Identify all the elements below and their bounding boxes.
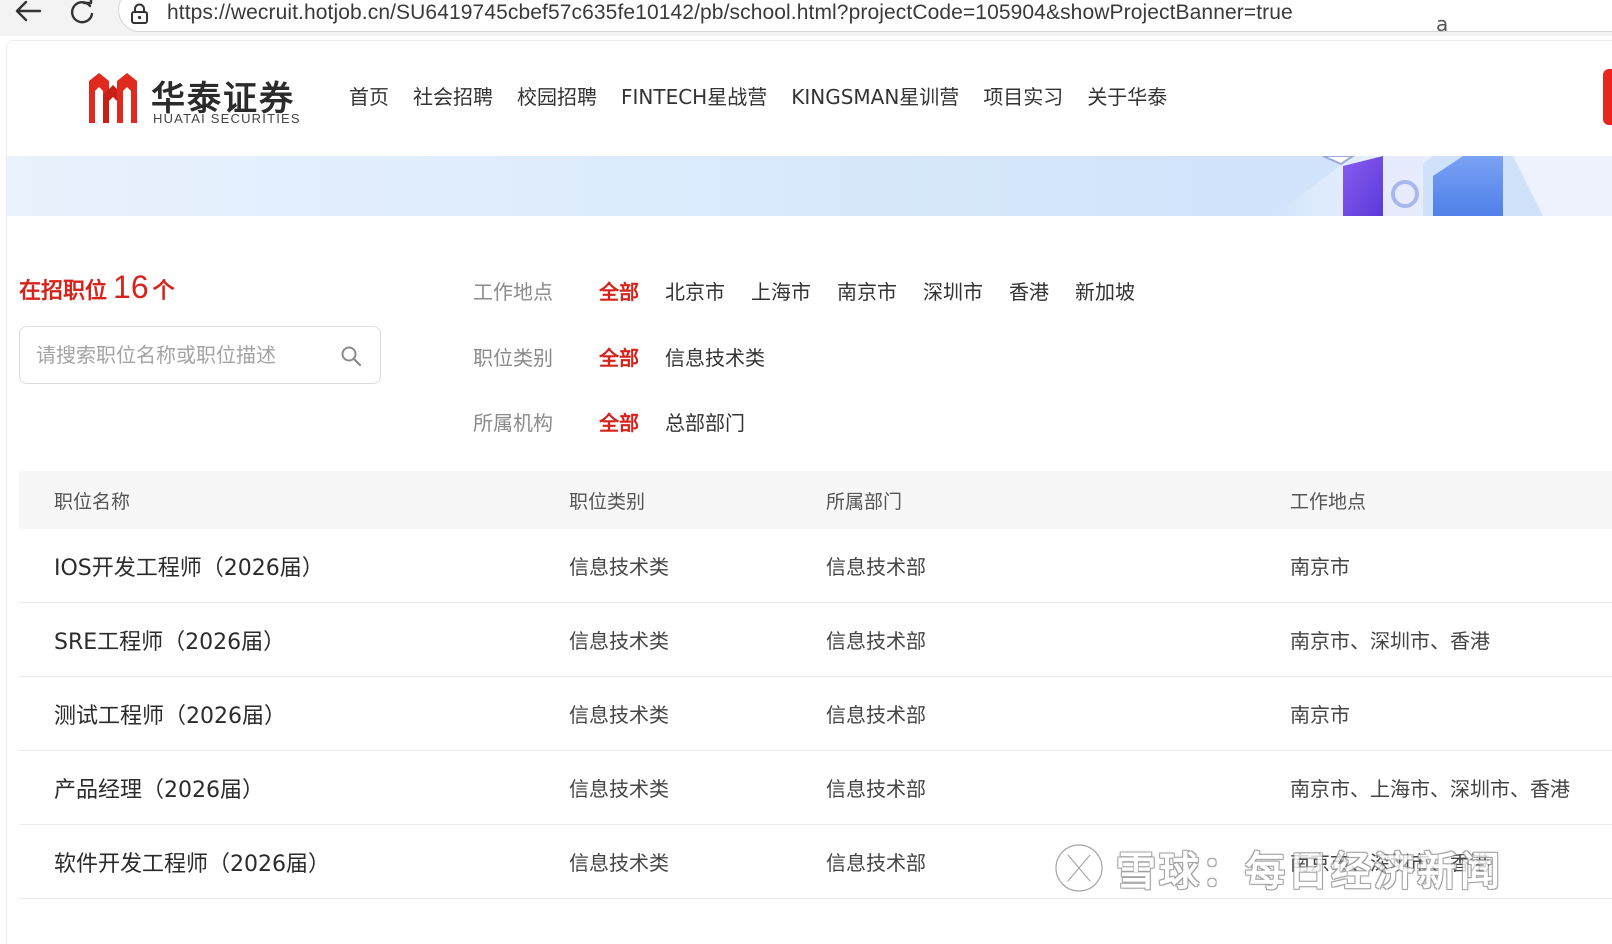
nav-internship[interactable]: 项目实习	[983, 81, 1063, 113]
table-row[interactable]: IOS开发工程师（2026届） 信息技术类 信息技术部 南京市	[19, 529, 1612, 603]
project-banner	[7, 156, 1612, 216]
job-title[interactable]: SRE工程师（2026届）	[54, 603, 285, 676]
filter-organization-headquarters[interactable]: 总部部门	[665, 407, 745, 436]
search-input[interactable]	[36, 337, 336, 373]
open-positions-number: 16	[113, 269, 149, 305]
job-title[interactable]: 产品经理（2026届）	[54, 751, 264, 824]
site-header: 华泰证券 HUATAI SECURITIES 首页 社会招聘 校园招聘 FINT…	[7, 41, 1612, 156]
job-category: 信息技术类	[569, 777, 669, 801]
filter-location-shanghai[interactable]: 上海市	[751, 276, 811, 305]
job-location: 南京市、上海市、深圳市、香港	[1290, 777, 1570, 801]
filter-category-label: 职位类别	[473, 345, 553, 370]
lock-icon[interactable]	[129, 3, 151, 25]
page: 华泰证券 HUATAI SECURITIES 首页 社会招聘 校园招聘 FINT…	[6, 40, 1612, 944]
filter-category: 职位类别 全部 信息技术类	[473, 339, 791, 373]
filter-location-beijing[interactable]: 北京市	[665, 276, 725, 305]
job-category: 信息技术类	[569, 703, 669, 727]
job-title[interactable]: 软件开发工程师（2026届）	[54, 825, 330, 898]
column-header-location: 工作地点	[1290, 490, 1367, 513]
nav-fintech-camp[interactable]: FINTECH星战营	[621, 81, 767, 113]
filter-organization: 所属机构 全部 总部部门	[473, 404, 771, 438]
open-positions-unit: 个	[152, 279, 175, 304]
header-action-button[interactable]	[1603, 69, 1612, 125]
filter-organization-label: 所属机构	[473, 410, 553, 435]
filter-location-all[interactable]: 全部	[599, 276, 639, 305]
job-department: 信息技术部	[826, 555, 926, 579]
job-category: 信息技术类	[569, 851, 669, 875]
banner-decoration	[1273, 156, 1612, 216]
filter-location-singapore[interactable]: 新加坡	[1075, 276, 1135, 305]
filter-organization-all[interactable]: 全部	[599, 407, 639, 436]
address-bar[interactable]: https://wecruit.hotjob.cn/SU6419745cbef5…	[118, 0, 1612, 32]
search-box	[19, 326, 381, 384]
toolbar-truncated-text: a	[1436, 12, 1449, 36]
huatai-logo-icon	[89, 73, 137, 123]
column-header-title: 职位名称	[54, 490, 131, 513]
watermark-text: 雪球：每日经济新闻	[1116, 849, 1503, 895]
huatai-logo[interactable]: 华泰证券 HUATAI SECURITIES	[89, 71, 301, 127]
nav-campus-recruitment[interactable]: 校园招聘	[517, 81, 597, 113]
filter-location-label: 工作地点	[473, 279, 553, 304]
jobs-table: 职位名称 职位类别 所属部门 工作地点 IOS开发工程师（2026届） 信息技术…	[19, 471, 1612, 899]
table-row[interactable]: SRE工程师（2026届） 信息技术类 信息技术部 南京市、深圳市、香港	[19, 603, 1612, 677]
search-icon[interactable]	[340, 345, 362, 367]
table-row[interactable]: 产品经理（2026届） 信息技术类 信息技术部 南京市、上海市、深圳市、香港	[19, 751, 1612, 825]
url-text[interactable]: https://wecruit.hotjob.cn/SU6419745cbef5…	[167, 1, 1293, 25]
nav-kingsman-camp[interactable]: KINGSMAN星训营	[791, 81, 959, 113]
filter-location: 工作地点 全部 北京市 上海市 南京市 深圳市 香港 新加坡	[473, 273, 1161, 307]
filter-category-all[interactable]: 全部	[599, 342, 639, 371]
job-department: 信息技术部	[826, 703, 926, 727]
table-row[interactable]: 测试工程师（2026届） 信息技术类 信息技术部 南京市	[19, 677, 1612, 751]
filter-location-shenzhen[interactable]: 深圳市	[923, 276, 983, 305]
job-location: 南京市	[1290, 703, 1350, 727]
job-category: 信息技术类	[569, 555, 669, 579]
back-arrow-icon[interactable]	[12, 0, 44, 28]
column-header-category: 职位类别	[569, 490, 646, 513]
logo-english-name: HUATAI SECURITIES	[153, 111, 301, 126]
open-positions-label: 在招职位	[19, 279, 108, 304]
job-department: 信息技术部	[826, 629, 926, 653]
job-category: 信息技术类	[569, 629, 669, 653]
job-department: 信息技术部	[826, 777, 926, 801]
open-positions-count: 在招职位 16 个	[19, 269, 175, 306]
nav-social-recruitment[interactable]: 社会招聘	[413, 81, 493, 113]
job-location: 南京市	[1290, 555, 1350, 579]
column-header-department: 所属部门	[826, 490, 903, 513]
nav-about[interactable]: 关于华泰	[1087, 81, 1167, 113]
xueqiu-logo-icon	[1053, 842, 1105, 894]
job-title[interactable]: IOS开发工程师（2026届）	[54, 529, 324, 602]
filter-location-nanjing[interactable]: 南京市	[837, 276, 897, 305]
browser-toolbar: https://wecruit.hotjob.cn/SU6419745cbef5…	[0, 0, 1612, 36]
filter-category-it[interactable]: 信息技术类	[665, 342, 765, 371]
filter-location-hongkong[interactable]: 香港	[1009, 276, 1049, 305]
main-nav: 首页 社会招聘 校园招聘 FINTECH星战营 KINGSMAN星训营 项目实习…	[349, 81, 1191, 113]
watermark: 雪球：每日经济新闻	[1052, 838, 1503, 898]
table-header: 职位名称 职位类别 所属部门 工作地点	[19, 471, 1612, 529]
job-location: 南京市、深圳市、香港	[1290, 629, 1490, 653]
reload-icon[interactable]	[66, 0, 98, 28]
nav-home[interactable]: 首页	[349, 81, 389, 113]
job-title[interactable]: 测试工程师（2026届）	[54, 677, 286, 750]
job-department: 信息技术部	[826, 851, 926, 875]
